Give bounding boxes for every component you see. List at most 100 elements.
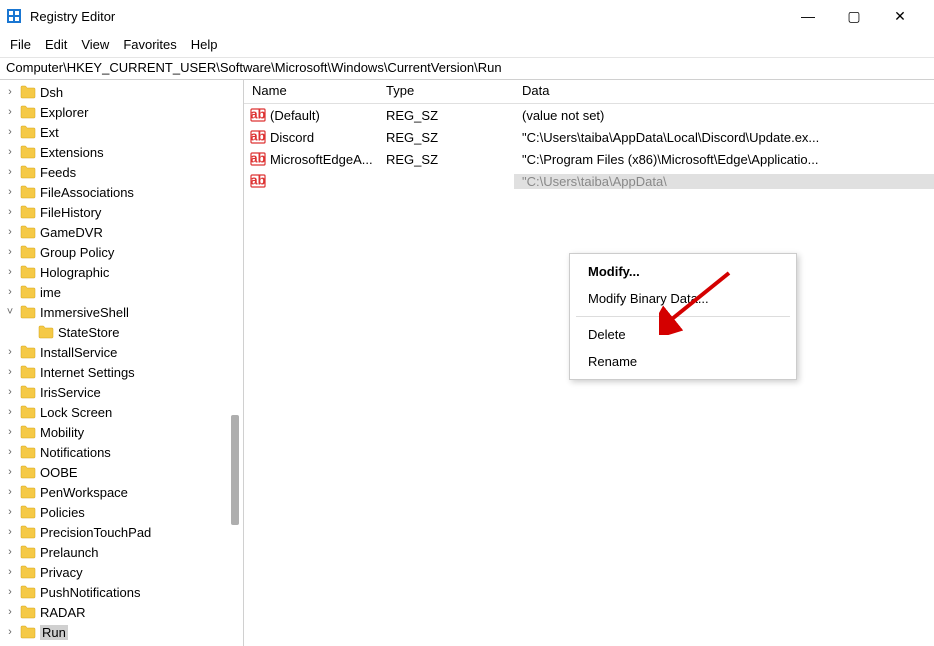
tree-item[interactable]: ›Feeds: [0, 162, 243, 182]
expander-icon[interactable]: ›: [4, 486, 16, 498]
expander-icon[interactable]: ›: [4, 406, 16, 418]
value-icon: [250, 173, 266, 189]
menu-file[interactable]: File: [10, 37, 31, 52]
minimize-button[interactable]: —: [790, 2, 826, 30]
tree-item-label: ime: [40, 285, 61, 300]
expander-icon[interactable]: ›: [4, 466, 16, 478]
tree-item[interactable]: ›Lock Screen: [0, 402, 243, 422]
tree-item[interactable]: ›Privacy: [0, 562, 243, 582]
tree-item-label: Internet Settings: [40, 365, 135, 380]
tree-item[interactable]: ›Group Policy: [0, 242, 243, 262]
ctx-modify-binary[interactable]: Modify Binary Data...: [570, 285, 796, 312]
address-bar[interactable]: Computer\HKEY_CURRENT_USER\Software\Micr…: [0, 58, 934, 80]
tree-item[interactable]: ›FileAssociations: [0, 182, 243, 202]
tree-item[interactable]: ›Policies: [0, 502, 243, 522]
expander-icon[interactable]: ›: [4, 166, 16, 178]
tree-item[interactable]: ›PushNotifications: [0, 582, 243, 602]
folder-icon: [20, 385, 36, 399]
list-row[interactable]: (Default)REG_SZ(value not set): [244, 104, 934, 126]
expander-icon[interactable]: ›: [4, 206, 16, 218]
value-type: REG_SZ: [378, 130, 514, 145]
folder-icon: [20, 305, 36, 319]
tree-item[interactable]: ›Holographic: [0, 262, 243, 282]
menu-view[interactable]: View: [81, 37, 109, 52]
col-header-name[interactable]: Name: [244, 80, 378, 103]
value-icon: [250, 151, 266, 167]
tree-item[interactable]: ›FileHistory: [0, 202, 243, 222]
tree-item[interactable]: ›IrisService: [0, 382, 243, 402]
tree-item[interactable]: › Extensions: [0, 142, 243, 162]
tree-scrollbar[interactable]: [231, 415, 239, 525]
expander-icon[interactable]: ›: [4, 346, 16, 358]
tree-item-label: Explorer: [40, 105, 88, 120]
tree-item[interactable]: › Internet Settings: [0, 362, 243, 382]
expander-icon[interactable]: ›: [4, 606, 16, 618]
expander-icon[interactable]: ›: [4, 546, 16, 558]
tree-item[interactable]: StateStore: [0, 322, 243, 342]
close-button[interactable]: ✕: [882, 2, 918, 30]
tree-item[interactable]: › ime: [0, 282, 243, 302]
tree-item[interactable]: ˅ ImmersiveShell: [0, 302, 243, 322]
ctx-modify[interactable]: Modify...: [570, 258, 796, 285]
tree-item[interactable]: › Mobility: [0, 422, 243, 442]
expander-icon[interactable]: ›: [4, 146, 16, 158]
tree-item[interactable]: ›Prelaunch: [0, 542, 243, 562]
folder-icon: [20, 525, 36, 539]
expander-icon[interactable]: ›: [4, 226, 16, 238]
list-row[interactable]: MicrosoftEdgeA...REG_SZ"C:\Program Files…: [244, 148, 934, 170]
folder-icon: [20, 605, 36, 619]
tree-item[interactable]: ›PenWorkspace: [0, 482, 243, 502]
list-row[interactable]: DiscordREG_SZ"C:\Users\taiba\AppData\Loc…: [244, 126, 934, 148]
tree-item[interactable]: › InstallService: [0, 342, 243, 362]
expander-icon[interactable]: ›: [4, 126, 16, 138]
tree-item[interactable]: ›Ext: [0, 122, 243, 142]
ctx-rename[interactable]: Rename: [570, 348, 796, 375]
expander-icon[interactable]: ›: [4, 106, 16, 118]
expander-icon[interactable]: ›: [4, 186, 16, 198]
ctx-delete[interactable]: Delete: [570, 321, 796, 348]
tree-item[interactable]: ›OOBE: [0, 462, 243, 482]
value-data: "C:\Users\taiba\AppData\Local\Discord\Up…: [514, 130, 934, 145]
tree-item[interactable]: ›Run: [0, 622, 243, 642]
titlebar: Registry Editor — ▢ ✕: [0, 0, 934, 32]
expander-icon[interactable]: ›: [4, 266, 16, 278]
expander-icon[interactable]: ›: [4, 586, 16, 598]
tree-item[interactable]: › Explorer: [0, 102, 243, 122]
tree-item[interactable]: ›PrecisionTouchPad: [0, 522, 243, 542]
list-row[interactable]: "C:\Users\taiba\AppData\: [244, 170, 934, 192]
tree-item[interactable]: ›Notifications: [0, 442, 243, 462]
expander-icon[interactable]: ›: [4, 566, 16, 578]
expander-icon[interactable]: ›: [4, 386, 16, 398]
expander-icon[interactable]: ›: [4, 366, 16, 378]
menu-favorites[interactable]: Favorites: [123, 37, 176, 52]
tree-item-label: Extensions: [40, 145, 104, 160]
col-header-data[interactable]: Data: [514, 80, 934, 103]
folder-icon: [20, 85, 36, 99]
tree-item[interactable]: ›GameDVR: [0, 222, 243, 242]
value-type: REG_SZ: [378, 108, 514, 123]
expander-icon[interactable]: ›: [4, 86, 16, 98]
value-type: REG_SZ: [378, 152, 514, 167]
folder-icon: [20, 185, 36, 199]
tree-item[interactable]: ›RADAR: [0, 602, 243, 622]
expander-icon[interactable]: ›: [4, 626, 16, 638]
expander-icon[interactable]: ›: [4, 286, 16, 298]
col-header-type[interactable]: Type: [378, 80, 514, 103]
expander-icon[interactable]: ˅: [4, 306, 16, 318]
folder-icon: [20, 505, 36, 519]
expander-icon[interactable]: ›: [4, 506, 16, 518]
tree-item-label: InstallService: [40, 345, 117, 360]
tree-item-label: ImmersiveShell: [40, 305, 129, 320]
expander-icon[interactable]: ›: [4, 446, 16, 458]
maximize-button[interactable]: ▢: [836, 2, 872, 30]
folder-icon: [20, 165, 36, 179]
tree-item-label: Mobility: [40, 425, 84, 440]
tree-item[interactable]: ›Dsh: [0, 82, 243, 102]
expander-icon[interactable]: ›: [4, 426, 16, 438]
expander-icon[interactable]: ›: [4, 246, 16, 258]
folder-icon: [20, 485, 36, 499]
menu-edit[interactable]: Edit: [45, 37, 67, 52]
expander-icon[interactable]: ›: [4, 526, 16, 538]
folder-icon: [20, 105, 36, 119]
menu-help[interactable]: Help: [191, 37, 218, 52]
